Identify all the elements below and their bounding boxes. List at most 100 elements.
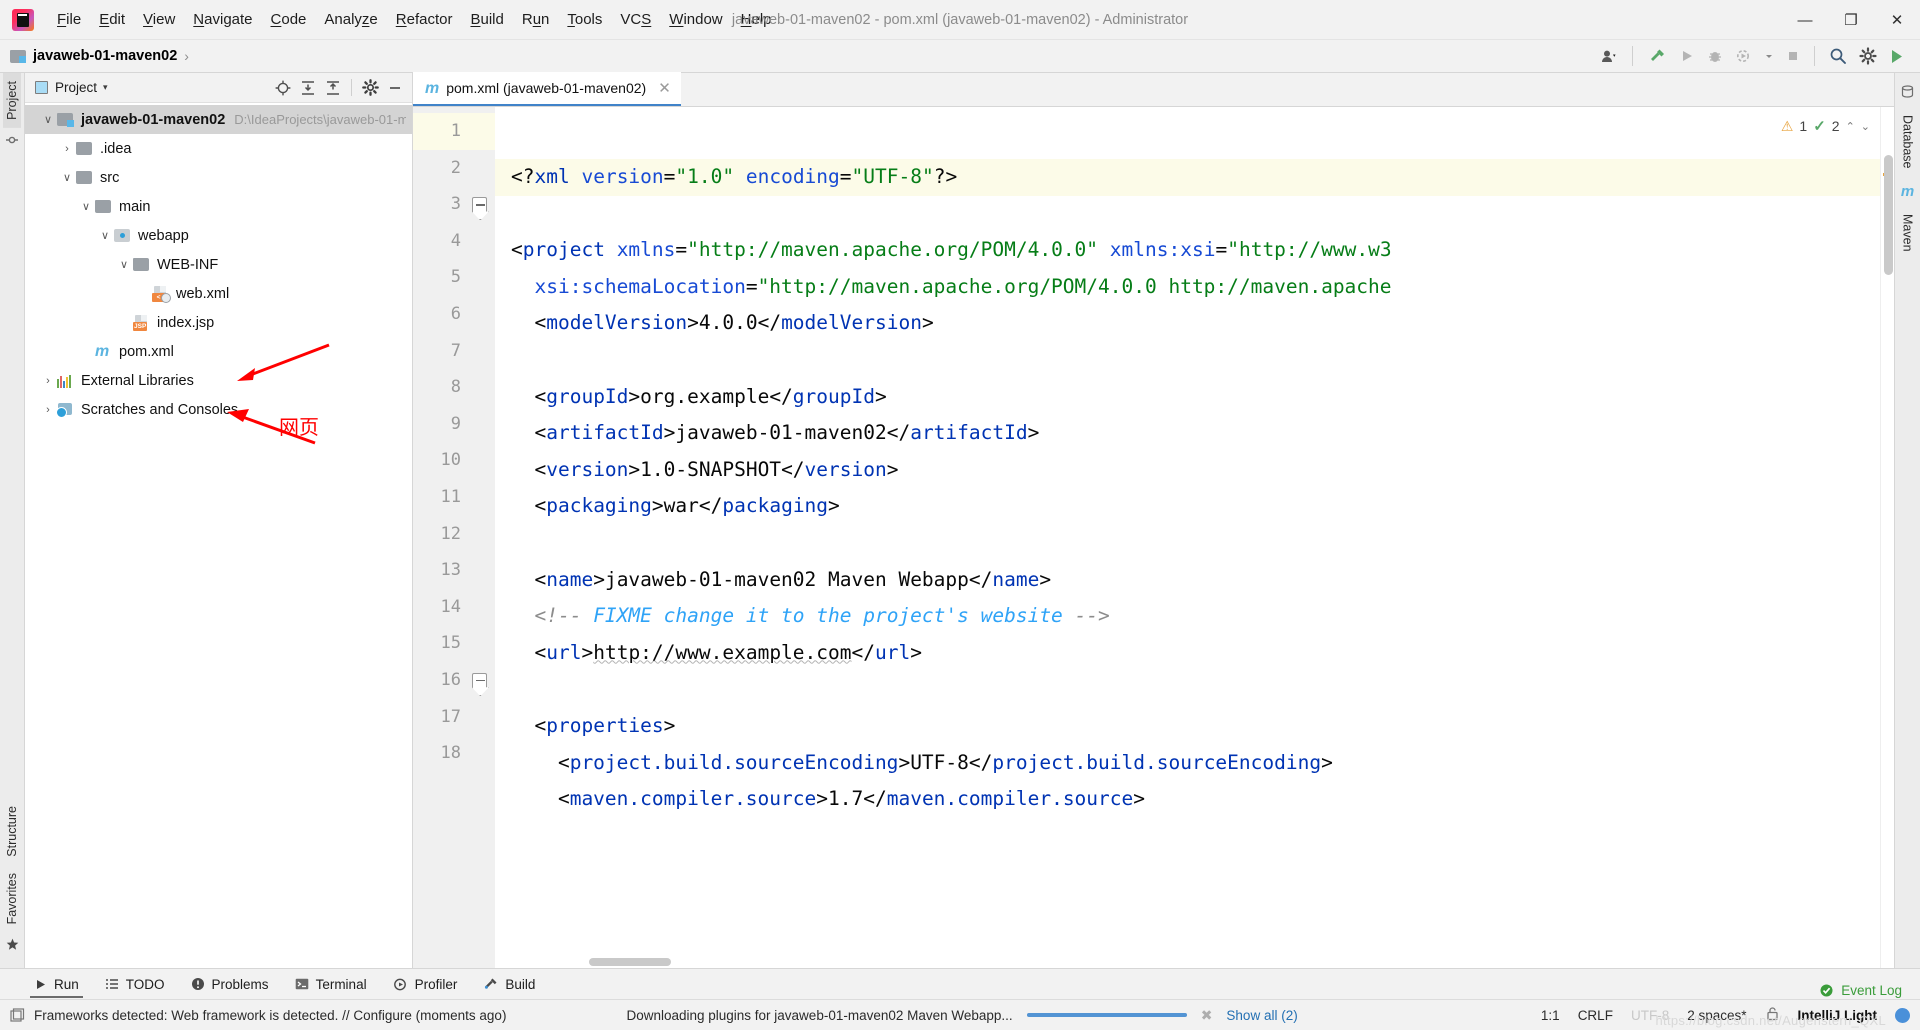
line-number[interactable]: 4 (413, 223, 495, 260)
code-line[interactable]: <maven.compiler.source>1.7</maven.compil… (495, 781, 1880, 818)
line-number[interactable]: 11 (413, 479, 495, 516)
rail-tab-structure[interactable]: Structure (3, 798, 21, 865)
tree-row-main[interactable]: ∨ main (25, 192, 412, 221)
menu-navigate[interactable]: Navigate (184, 7, 261, 32)
fold-collapse-icon[interactable] (472, 197, 487, 213)
menu-view[interactable]: View (134, 7, 184, 32)
event-log-button[interactable]: Event Log (1819, 983, 1902, 998)
cancel-circle-icon[interactable]: ✖ (1201, 1007, 1213, 1024)
run-icon[interactable] (1673, 43, 1701, 69)
menu-vcs[interactable]: VCS (611, 7, 660, 32)
code-line[interactable]: <!-- FIXME change it to the project's we… (495, 598, 1880, 635)
breadcrumb-project[interactable]: javaweb-01-maven02 (33, 48, 177, 64)
rail-tab-maven[interactable]: Maven (1899, 206, 1917, 260)
collapse-all-icon[interactable] (322, 77, 344, 99)
tool-window-build[interactable]: Build (473, 973, 545, 996)
code-line[interactable]: <project.build.sourceEncoding>UTF-8</pro… (495, 745, 1880, 782)
menu-analyze[interactable]: Analyze (315, 7, 386, 32)
code-line[interactable] (495, 196, 1880, 233)
tree-row-external-libraries[interactable]: › External Libraries (25, 366, 412, 395)
fold-collapse-icon[interactable] (472, 672, 487, 688)
theme-name[interactable]: IntelliJ Light (1798, 1008, 1878, 1023)
rail-tab-project[interactable]: Project (3, 73, 21, 128)
status-message[interactable]: Frameworks detected: Web framework is de… (34, 1008, 506, 1023)
menu-edit[interactable]: Edit (90, 7, 134, 32)
code-line[interactable]: <packaging>war</packaging> (495, 488, 1880, 525)
inspection-widget[interactable]: ⚠ 1 ✓ 2 ⌃ ⌄ (1776, 115, 1874, 137)
next-problem-icon[interactable]: ⌄ (1861, 120, 1870, 133)
line-number[interactable]: 15 (413, 625, 495, 662)
tree-row-webapp[interactable]: ∨ webapp (25, 221, 412, 250)
close-icon[interactable]: ✕ (658, 79, 671, 97)
expanded-arrow-icon[interactable]: ∨ (58, 171, 76, 184)
menu-file[interactable]: File (48, 7, 90, 32)
tool-window-terminal[interactable]: Terminal (285, 973, 377, 996)
maximize-button[interactable]: ❐ (1828, 0, 1874, 40)
debug-icon[interactable] (1701, 43, 1729, 69)
code-line[interactable]: <?xml version="1.0" encoding="UTF-8"?> (495, 159, 1880, 196)
code-line[interactable]: <groupId>org.example</groupId> (495, 379, 1880, 416)
line-number[interactable]: 1 (413, 113, 495, 150)
expanded-arrow-icon[interactable]: ∨ (115, 258, 133, 271)
tree-row-pom-xml[interactable]: m pom.xml (25, 337, 412, 366)
minimize-button[interactable]: — (1782, 0, 1828, 40)
line-number[interactable]: 13 (413, 552, 495, 589)
line-number-gutter[interactable]: 1 2 3 4 5 6 7 8 9 10 11 12 13 14 15 16 17 18 (413, 107, 495, 968)
code-content[interactable]: <?xml version="1.0" encoding="UTF-8"?> <… (495, 107, 1880, 968)
hide-icon[interactable] (384, 77, 406, 99)
tree-row-javaweb-01-maven02[interactable]: ∨ javaweb-01-maven02 D:\IdeaProjects\javaw… (25, 105, 412, 134)
editor-tab-pom-xml[interactable]: m pom.xml (javaweb-01-maven02) ✕ (413, 72, 681, 106)
tool-window-run[interactable]: Run (24, 973, 89, 998)
expand-all-icon[interactable] (297, 77, 319, 99)
tool-window-problems[interactable]: Problems (181, 973, 279, 996)
menu-build[interactable]: Build (461, 7, 512, 32)
line-number[interactable]: 3 (413, 186, 495, 223)
show-all-link[interactable]: Show all (2) (1226, 1008, 1297, 1023)
user-account-icon[interactable] (1595, 43, 1624, 69)
tree-row--idea[interactable]: › .idea (25, 134, 412, 163)
code-line[interactable]: <name>javaweb-01-maven02 Maven Webapp</n… (495, 562, 1880, 599)
rail-tab-favorites[interactable]: Favorites (3, 865, 21, 932)
menu-window[interactable]: Window (660, 7, 731, 32)
menu-refactor[interactable]: Refactor (387, 7, 462, 32)
read-only-lock-icon[interactable] (1765, 1006, 1780, 1024)
menu-run[interactable]: Run (513, 7, 559, 32)
tool-window-todo[interactable]: TODO (95, 973, 175, 996)
line-number[interactable]: 12 (413, 516, 495, 553)
tool-window-profiler[interactable]: Profiler (383, 973, 468, 996)
commit-icon[interactable] (6, 134, 18, 149)
file-encoding[interactable]: UTF-8 (1631, 1008, 1669, 1023)
line-number[interactable]: 9 (413, 406, 495, 443)
code-line[interactable]: <url>http://www.example.com</url> (495, 635, 1880, 672)
collapsed-arrow-icon[interactable]: › (58, 143, 76, 155)
line-number[interactable]: 2 (413, 150, 495, 187)
indent-setting[interactable]: 2 spaces* (1687, 1008, 1746, 1023)
horizontal-scrollbar[interactable] (589, 958, 671, 966)
search-icon[interactable] (1823, 43, 1853, 69)
tree-row-scratches-and-consoles[interactable]: › Scratches and Consoles (25, 395, 412, 424)
hammer-build-icon[interactable] (1641, 43, 1673, 69)
code-line[interactable] (495, 342, 1880, 379)
line-number[interactable]: 7 (413, 333, 495, 370)
editor-marker-strip[interactable] (1880, 107, 1894, 968)
line-number[interactable]: 16 (413, 662, 495, 699)
line-number[interactable]: 17 (413, 699, 495, 736)
editor-scrollbar-thumb[interactable] (1884, 155, 1893, 275)
code-line[interactable]: xsi:schemaLocation="http://maven.apache.… (495, 269, 1880, 306)
menu-tools[interactable]: Tools (558, 7, 611, 32)
run-coverage-icon[interactable] (1729, 43, 1758, 69)
expanded-arrow-icon[interactable]: ∨ (39, 113, 57, 126)
project-tree[interactable]: ∨ javaweb-01-maven02 D:\IdeaProjects\javaw… (25, 103, 412, 968)
collapsed-arrow-icon[interactable]: › (39, 375, 57, 387)
prev-problem-icon[interactable]: ⌃ (1846, 120, 1855, 133)
code-line[interactable]: <modelVersion>4.0.0</modelVersion> (495, 305, 1880, 342)
rail-tab-database[interactable]: Database (1899, 107, 1917, 177)
line-number[interactable]: 18 (413, 735, 495, 772)
settings-gear-icon[interactable] (359, 77, 381, 99)
line-number[interactable]: 10 (413, 442, 495, 479)
line-separator[interactable]: CRLF (1578, 1008, 1613, 1023)
code-line[interactable]: <artifactId>javaweb-01-maven02</artifact… (495, 415, 1880, 452)
menu-help[interactable]: Help (732, 7, 781, 32)
code-line[interactable]: <properties> (495, 708, 1880, 745)
line-number[interactable]: 5 (413, 259, 495, 296)
